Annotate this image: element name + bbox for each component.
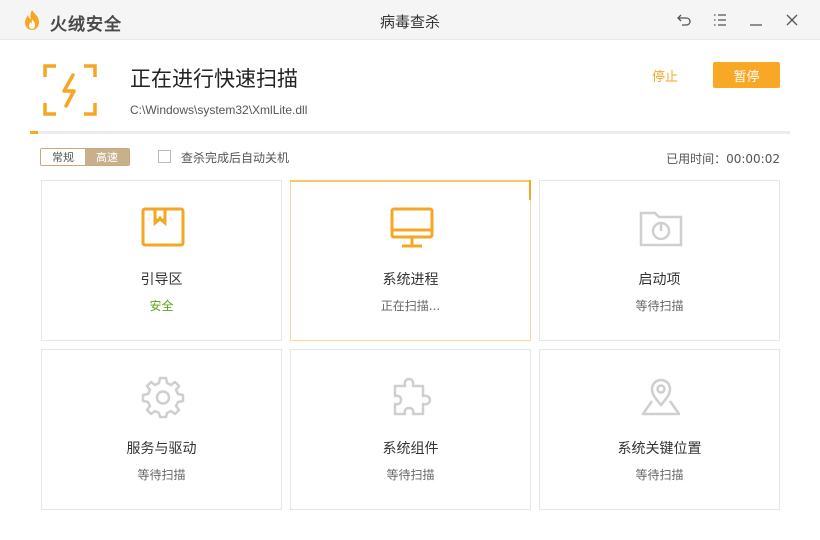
- scan-item-status: 等待扫描: [635, 468, 684, 482]
- startup-folder-icon: [639, 211, 683, 247]
- scan-item-services-drivers: 服务与驱动 等待扫描: [41, 349, 282, 510]
- scan-progress-fill: [30, 131, 38, 134]
- back-button[interactable]: [672, 8, 696, 32]
- scan-mode-toggle: 常规 高速: [40, 148, 130, 166]
- scan-item-name: 系统关键位置: [617, 441, 702, 457]
- scan-item-system-components: 系统组件 等待扫描: [290, 349, 531, 510]
- scan-item-name: 系统进程: [382, 272, 439, 288]
- close-button[interactable]: [780, 8, 804, 32]
- scan-item-boot-sector: 引导区 安全: [41, 180, 282, 341]
- scan-item-name: 服务与驱动: [126, 441, 197, 457]
- brand-name: 火绒安全: [50, 15, 122, 35]
- scan-item-startup: 启动项 等待扫描: [539, 180, 780, 341]
- location-pin-icon: [641, 378, 681, 416]
- back-arrow-icon: [677, 14, 691, 26]
- mode-normal-option[interactable]: 常规: [41, 149, 85, 165]
- close-icon: [786, 14, 798, 26]
- scan-title: 正在进行快速扫描: [130, 67, 298, 91]
- scan-item-name: 启动项: [638, 272, 681, 288]
- current-file-path: C:\Windows\system32\XmlLite.dll: [130, 103, 308, 117]
- auto-shutdown-label: 查杀完成后自动关机: [181, 151, 290, 165]
- scan-item-status: 等待扫描: [386, 468, 435, 482]
- menu-button[interactable]: [708, 8, 732, 32]
- pause-button[interactable]: 暂停: [713, 62, 780, 88]
- menu-icon: [714, 14, 726, 26]
- scan-item-system-process: 系统进程 正在扫描...: [290, 180, 531, 341]
- gear-icon: [141, 376, 185, 419]
- minimize-button[interactable]: [744, 8, 768, 32]
- scan-lightning-icon: [43, 64, 97, 116]
- puzzle-icon: [393, 377, 432, 416]
- title-bar: 火绒安全 病毒查杀: [0, 0, 820, 40]
- scan-progress-bar: [30, 131, 790, 134]
- scan-item-name: 系统组件: [382, 441, 439, 457]
- monitor-icon: [390, 207, 434, 248]
- elapsed-time: 已用时间：00:00:02: [666, 152, 780, 166]
- auto-shutdown-checkbox[interactable]: [158, 150, 171, 163]
- window-title: 病毒查杀: [379, 13, 440, 31]
- scan-item-status: 等待扫描: [137, 468, 186, 482]
- scan-item-status: 安全: [149, 299, 174, 313]
- mode-fast-option[interactable]: 高速: [85, 149, 129, 165]
- scan-item-key-locations: 系统关键位置 等待扫描: [539, 349, 780, 510]
- boot-sector-icon: [141, 207, 185, 247]
- scan-item-status: 等待扫描: [635, 299, 684, 313]
- stop-button[interactable]: 停止: [652, 66, 678, 85]
- scan-item-name: 引导区: [140, 272, 183, 288]
- scan-item-status: 正在扫描...: [380, 299, 441, 313]
- minimize-icon: [750, 24, 762, 26]
- huorong-logo-icon: [25, 10, 39, 30]
